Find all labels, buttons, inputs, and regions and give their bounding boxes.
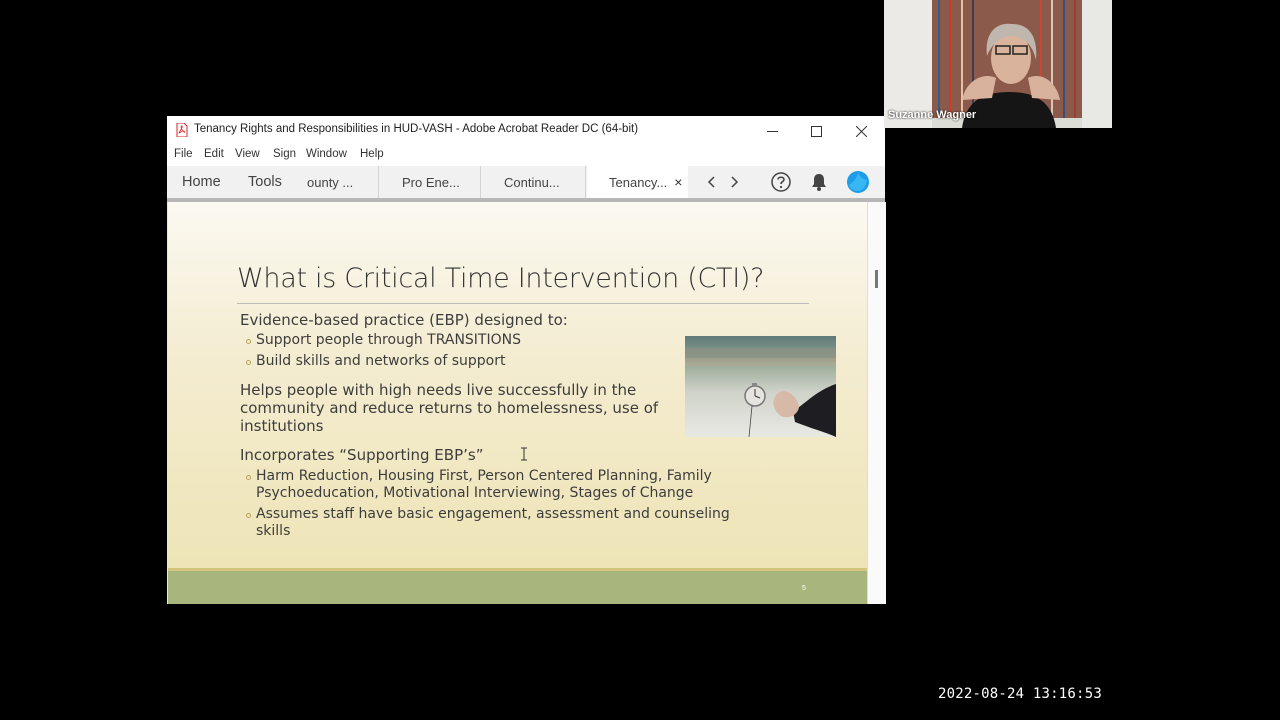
text-cursor-icon — [521, 447, 527, 461]
slide-page-number: 5 — [802, 585, 806, 592]
bullet-icon — [246, 513, 251, 518]
tab-label: ounty ... — [307, 174, 354, 190]
slide-footer-band: 5 — [168, 568, 867, 604]
document-tab[interactable]: Continu... — [482, 166, 586, 198]
maximize-icon — [810, 125, 822, 137]
profile-button[interactable] — [846, 170, 870, 194]
tab-bar: Home Tools ounty ... Pro Ene... Continu.… — [167, 166, 885, 199]
menu-help[interactable]: Help — [360, 148, 384, 160]
stopwatch-photo — [685, 336, 836, 437]
profile-icon — [847, 171, 869, 193]
scrollbar-thumb[interactable] — [875, 270, 878, 288]
tab-label: Tenancy... — [609, 174, 668, 190]
acrobat-window: Tenancy Rights and Responsibilities in H… — [167, 116, 886, 604]
help-icon — [771, 172, 791, 192]
bullet-icon — [246, 360, 251, 365]
home-tab[interactable]: Home — [182, 166, 221, 198]
menu-window[interactable]: Window — [306, 148, 347, 160]
scroll-tabs-left-button[interactable] — [700, 170, 724, 194]
slide-page: What is Critical Time Intervention (CTI)… — [168, 202, 867, 604]
minimize-button[interactable] — [757, 120, 787, 142]
minimize-icon — [766, 130, 778, 132]
slide-bullet: Harm Reduction, Housing First, Person Ce… — [256, 468, 712, 484]
slide-bullet: Build skills and networks of support — [256, 353, 506, 369]
menu-bar: File Edit View Sign Window Help — [167, 144, 885, 166]
title-divider — [237, 303, 809, 304]
slide-text: Incorporates “Supporting EBP’s” — [240, 446, 484, 464]
chevron-left-icon — [707, 176, 715, 188]
close-window-button[interactable] — [846, 120, 876, 142]
slide-text: community and reduce returns to homeless… — [240, 399, 659, 417]
slide-text: Helps people with high needs live succes… — [240, 381, 637, 399]
notifications-button[interactable] — [807, 170, 831, 194]
slide-text: Evidence-based practice (EBP) designed t… — [240, 311, 568, 329]
tools-tab[interactable]: Tools — [248, 166, 282, 198]
menu-sign[interactable]: Sign — [273, 148, 296, 160]
window-title: Tenancy Rights and Responsibilities in H… — [194, 123, 639, 135]
maximize-button[interactable] — [801, 120, 831, 142]
slide-title: What is Critical Time Intervention (CTI)… — [237, 263, 765, 294]
document-view[interactable]: What is Critical Time Intervention (CTI)… — [167, 202, 867, 604]
slide-text: institutions — [240, 417, 324, 435]
participant-video[interactable]: Suzanne Wagner — [884, 0, 1112, 128]
document-tab-active[interactable]: Tenancy... × — [587, 166, 688, 198]
slide-bullet: Psychoeducation, Motivational Interviewi… — [256, 485, 694, 501]
help-button[interactable] — [769, 170, 793, 194]
menu-edit[interactable]: Edit — [204, 148, 224, 160]
bullet-icon — [246, 339, 251, 344]
document-tab[interactable]: ounty ... — [306, 166, 379, 198]
participant-name: Suzanne Wagner — [888, 109, 977, 121]
close-icon — [855, 125, 867, 137]
bell-icon — [812, 174, 826, 191]
acrobat-pdf-icon — [176, 123, 188, 137]
tab-close-button[interactable]: × — [674, 174, 682, 190]
tab-label: Pro Ene... — [402, 174, 460, 190]
slide-bullet: Support people through TRANSITIONS — [256, 332, 521, 348]
slide-bullet: skills — [256, 523, 291, 539]
scroll-tabs-right-button[interactable] — [722, 170, 746, 194]
slide-bullet: Assumes staff have basic engagement, ass… — [256, 506, 730, 522]
tab-label: Continu... — [504, 174, 560, 190]
document-tab[interactable]: Pro Ene... — [378, 166, 481, 198]
bullet-icon — [246, 475, 251, 480]
menu-file[interactable]: File — [174, 148, 193, 160]
title-bar: Tenancy Rights and Responsibilities in H… — [167, 116, 885, 144]
recording-timestamp: 2022-08-24 13:16:53 — [938, 686, 1102, 702]
vertical-scrollbar[interactable] — [867, 202, 886, 604]
menu-view[interactable]: View — [235, 148, 260, 160]
chevron-right-icon — [731, 176, 739, 188]
